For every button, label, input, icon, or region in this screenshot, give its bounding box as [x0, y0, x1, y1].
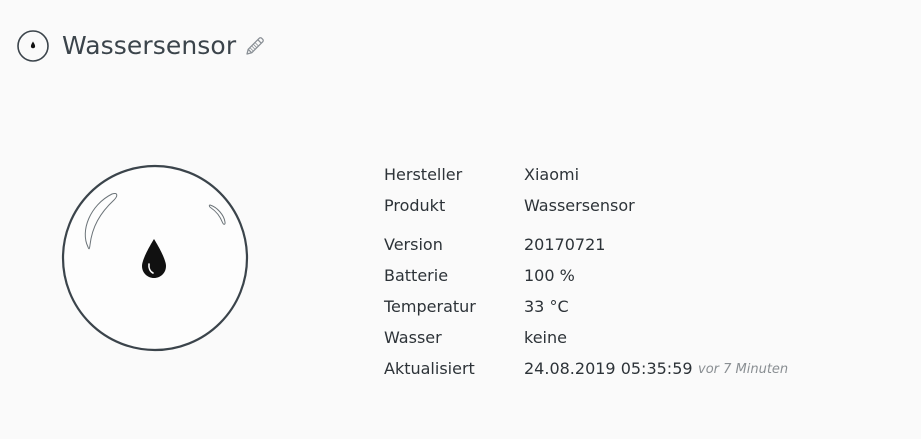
info-value: 24.08.2019 05:35:59 — [524, 359, 693, 378]
info-value: 100 % — [524, 266, 575, 285]
info-label: Batterie — [384, 266, 449, 285]
device-info-list: Hersteller Xiaomi Produkt Wassersensor V… — [384, 0, 904, 439]
info-label: Temperatur — [384, 297, 476, 316]
info-label: Wasser — [384, 328, 442, 347]
info-value: Xiaomi — [524, 165, 580, 184]
info-label: Produkt — [384, 196, 446, 215]
water-drop-icon — [17, 30, 49, 62]
pencil-icon[interactable] — [243, 34, 267, 58]
info-value: Wassersensor — [524, 196, 635, 215]
info-label: Version — [384, 235, 443, 254]
info-label: Hersteller — [384, 165, 463, 184]
device-page: Wassersensor Hersteller Xiaomi Produkt W… — [0, 0, 921, 439]
info-value: keine — [524, 328, 567, 347]
info-value: 20170721 — [524, 235, 606, 254]
info-value: 33 °C — [524, 297, 569, 316]
water-sensor-illustration — [61, 164, 249, 352]
info-label: Aktualisiert — [384, 359, 475, 378]
relative-time: vor 7 Minuten — [698, 362, 789, 377]
page-title: Wassersensor — [62, 31, 237, 60]
